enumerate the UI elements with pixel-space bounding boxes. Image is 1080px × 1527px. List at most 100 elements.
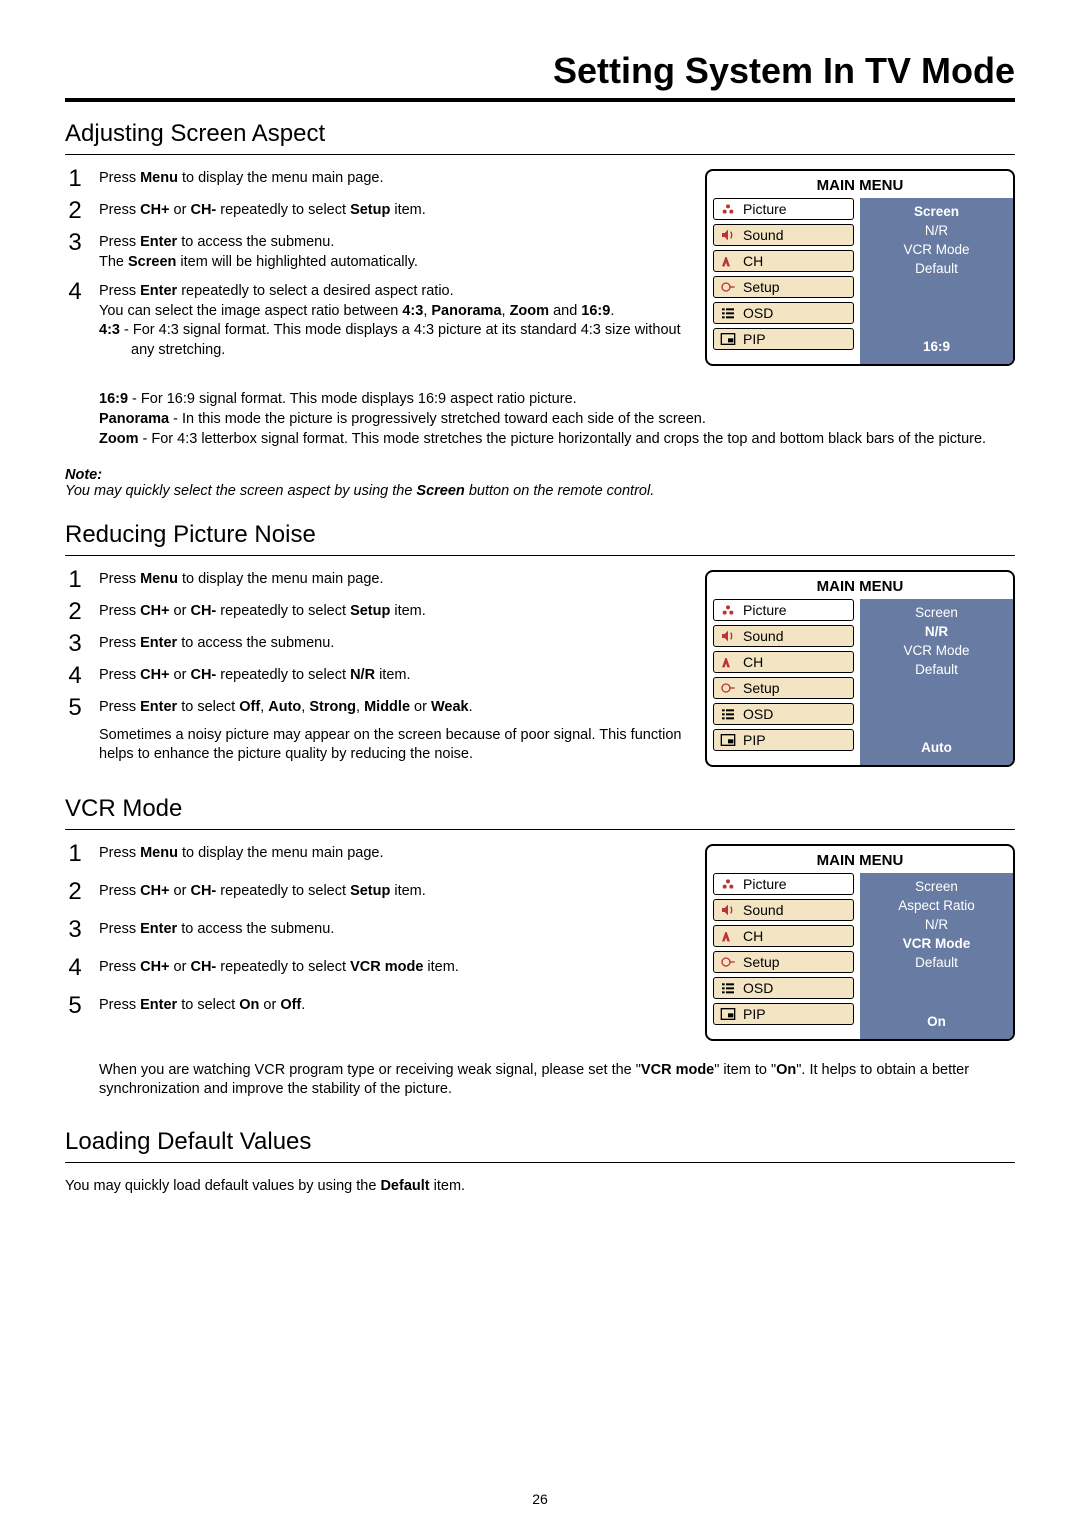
sub-screen[interactable]: Screen — [866, 603, 1007, 622]
sub-screen[interactable]: Screen — [866, 202, 1007, 221]
step-num-3: 3 — [65, 231, 85, 272]
menu-setup[interactable]: Setup — [713, 951, 854, 973]
bold: CH+ — [140, 202, 169, 218]
text: repeatedly to select a desired aspect ra… — [177, 283, 453, 299]
menu-sound[interactable]: Sound — [713, 224, 854, 246]
sub-ar[interactable]: Aspect Ratio — [866, 896, 1007, 915]
menu-label: Picture — [743, 201, 787, 217]
bold: Weak — [431, 699, 469, 715]
menu-picture[interactable]: Picture — [713, 599, 854, 621]
sound-icon — [719, 227, 737, 243]
menu-header: MAIN MENU — [707, 572, 1013, 599]
menu-osd[interactable]: OSD — [713, 302, 854, 324]
section-title-default: Loading Default Values — [65, 1128, 1015, 1163]
section-title-adjusting: Adjusting Screen Aspect — [65, 120, 1015, 155]
sub-screen[interactable]: Screen — [866, 877, 1007, 896]
text: item. — [430, 1178, 465, 1194]
menu-label: CH — [743, 253, 763, 269]
sub-nr[interactable]: N/R — [866, 915, 1007, 934]
text: repeatedly to select — [216, 202, 350, 218]
menu-label: OSD — [743, 980, 773, 996]
bold: CH- — [190, 883, 216, 899]
menu-ch[interactable]: CH — [713, 250, 854, 272]
bold: Strong — [309, 699, 356, 715]
sub-default[interactable]: Default — [866, 259, 1007, 278]
main-menu-box-3: MAIN MENU Picture Sound CH Setup OSD PIP… — [705, 844, 1015, 1041]
menu-label: PIP — [743, 732, 766, 748]
text: or — [259, 997, 280, 1013]
menu-picture[interactable]: Picture — [713, 198, 854, 220]
step-num-2: 2 — [65, 600, 85, 624]
menu-label: Picture — [743, 876, 787, 892]
bold: Menu — [140, 170, 178, 186]
sub-vcrmode[interactable]: VCR Mode — [866, 641, 1007, 660]
menu-sound[interactable]: Sound — [713, 899, 854, 921]
bold: Enter — [140, 921, 177, 937]
vcr-section: 1Press Menu to display the menu main pag… — [65, 844, 1015, 1041]
pip-icon — [719, 1006, 737, 1022]
sub-vcrmode[interactable]: VCR Mode — [866, 934, 1007, 953]
text: Press — [99, 845, 140, 861]
bold: On — [776, 1062, 796, 1078]
menu-pip[interactable]: PIP — [713, 1003, 854, 1025]
menu-pip[interactable]: PIP — [713, 729, 854, 751]
sub-default[interactable]: Default — [866, 660, 1007, 679]
text: item. — [423, 959, 458, 975]
step-num-3: 3 — [65, 918, 85, 942]
menu-ch[interactable]: CH — [713, 651, 854, 673]
step-num-2: 2 — [65, 199, 85, 223]
menu-label: PIP — [743, 1006, 766, 1022]
menu-setup[interactable]: Setup — [713, 276, 854, 298]
text: - For 4:3 letterbox signal format. This … — [138, 431, 986, 447]
text: to access the submenu. — [177, 635, 334, 651]
bold: CH+ — [140, 883, 169, 899]
sub-vcrmode[interactable]: VCR Mode — [866, 240, 1007, 259]
sub-default[interactable]: Default — [866, 953, 1007, 972]
menu-ch[interactable]: CH — [713, 925, 854, 947]
bold: Menu — [140, 845, 178, 861]
menu-label: PIP — [743, 331, 766, 347]
text: Press — [99, 202, 140, 218]
text: item will be highlighted automatically. — [176, 254, 418, 270]
menu-label: Picture — [743, 602, 787, 618]
text: , — [502, 303, 510, 319]
menu-setup[interactable]: Setup — [713, 677, 854, 699]
menu-sound[interactable]: Sound — [713, 625, 854, 647]
picture-icon — [719, 201, 737, 217]
bold: On — [239, 997, 259, 1013]
text: or — [170, 883, 191, 899]
text: repeatedly to select — [216, 959, 350, 975]
bold: Off — [280, 997, 301, 1013]
page-title: Setting System In TV Mode — [65, 50, 1015, 102]
step-num-5: 5 — [65, 994, 85, 1018]
menu-header: MAIN MENU — [707, 846, 1013, 873]
menu-osd[interactable]: OSD — [713, 703, 854, 725]
text: or — [410, 699, 431, 715]
menu-label: Sound — [743, 628, 783, 644]
sub-nr[interactable]: N/R — [866, 622, 1007, 641]
step-5-desc: Sometimes a noisy picture may appear on … — [99, 726, 687, 765]
text: or — [170, 202, 191, 218]
text: to access the submenu. — [177, 921, 334, 937]
bold: VCR mode — [641, 1062, 714, 1078]
bold: CH- — [190, 202, 216, 218]
text: - For 4:3 signal format. This mode displ… — [120, 322, 681, 358]
text: Press — [99, 571, 140, 587]
bold: Middle — [364, 699, 410, 715]
menu-pip[interactable]: PIP — [713, 328, 854, 350]
menu-osd[interactable]: OSD — [713, 977, 854, 999]
sub-nr[interactable]: N/R — [866, 221, 1007, 240]
text: You can select the image aspect ratio be… — [99, 303, 402, 319]
bold: CH- — [190, 959, 216, 975]
step-num-2: 2 — [65, 880, 85, 904]
bold: Auto — [268, 699, 301, 715]
text: . — [469, 699, 473, 715]
bold: CH- — [190, 667, 216, 683]
sub-value: 16:9 — [866, 331, 1007, 360]
bold: Setup — [350, 883, 390, 899]
section-title-vcr: VCR Mode — [65, 795, 1015, 830]
setup-icon — [719, 680, 737, 696]
bold: CH+ — [140, 959, 169, 975]
step-num-4: 4 — [65, 956, 85, 980]
menu-picture[interactable]: Picture — [713, 873, 854, 895]
